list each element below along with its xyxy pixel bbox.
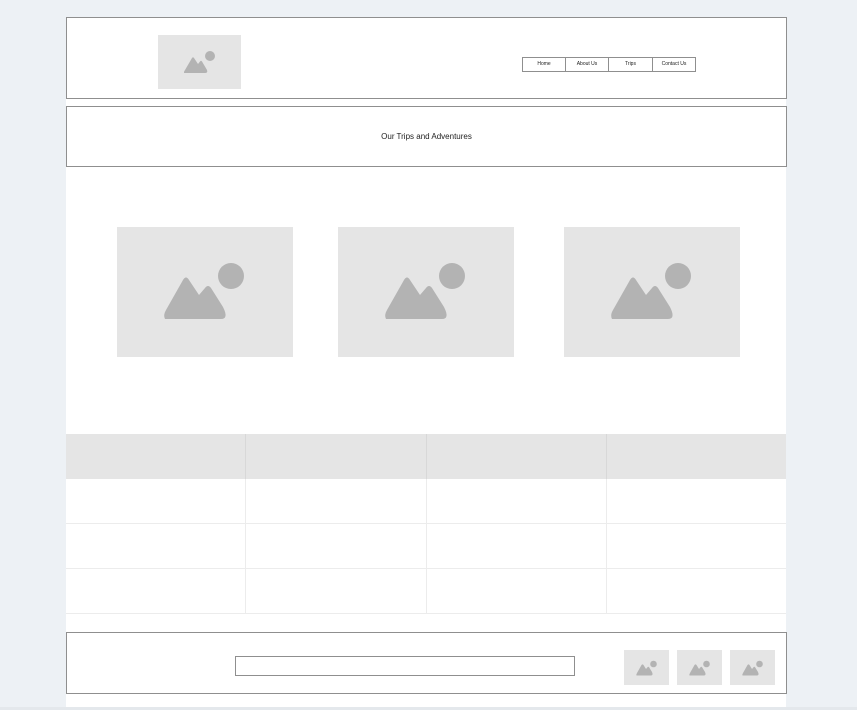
table-cell (605, 568, 786, 614)
table-header-cell (66, 434, 246, 479)
footer-text-input[interactable] (235, 656, 575, 676)
footer-image-1[interactable] (624, 650, 669, 685)
trip-image-3[interactable] (564, 227, 740, 357)
table-cell (605, 479, 786, 524)
image-placeholder-icon (635, 660, 657, 675)
nav-trips-button[interactable]: Trips (608, 57, 653, 72)
table-header-cell (425, 434, 607, 479)
table-cell (66, 523, 246, 569)
image-placeholder-icon (688, 660, 710, 675)
image-placeholder-icon (183, 51, 215, 73)
site-footer (66, 632, 787, 694)
table-header-cell (605, 434, 786, 479)
table-header-cell (245, 434, 426, 479)
nav-contact-button[interactable]: Contact Us (652, 57, 696, 72)
page-title: Our Trips and Adventures (381, 132, 472, 141)
table-cell (66, 568, 246, 614)
table-row (66, 479, 786, 524)
footer-image-3[interactable] (730, 650, 775, 685)
trip-image-2[interactable] (338, 227, 514, 357)
site-header: Home About Us Trips Contact Us (66, 17, 787, 99)
footer-image-2[interactable] (677, 650, 722, 685)
table-cell (66, 479, 246, 524)
nav-home-button[interactable]: Home (522, 57, 566, 72)
table-row (66, 523, 786, 569)
trip-image-1[interactable] (117, 227, 293, 357)
table-header-row (66, 434, 786, 479)
logo-image[interactable] (158, 35, 241, 89)
table-cell (425, 479, 607, 524)
image-placeholder-icon (611, 263, 691, 319)
trips-table (66, 434, 786, 614)
image-placeholder-icon (385, 263, 465, 319)
table-cell (425, 523, 607, 569)
image-placeholder-icon (741, 660, 763, 675)
nav-about-button[interactable]: About Us (565, 57, 609, 72)
table-cell (605, 523, 786, 569)
main-nav: Home About Us Trips Contact Us (522, 57, 696, 72)
table-row (66, 568, 786, 614)
table-cell (245, 523, 426, 569)
table-cell (245, 568, 426, 614)
table-cell (245, 479, 426, 524)
title-banner: Our Trips and Adventures (66, 106, 787, 167)
table-cell (425, 568, 607, 614)
image-placeholder-icon (164, 263, 244, 319)
